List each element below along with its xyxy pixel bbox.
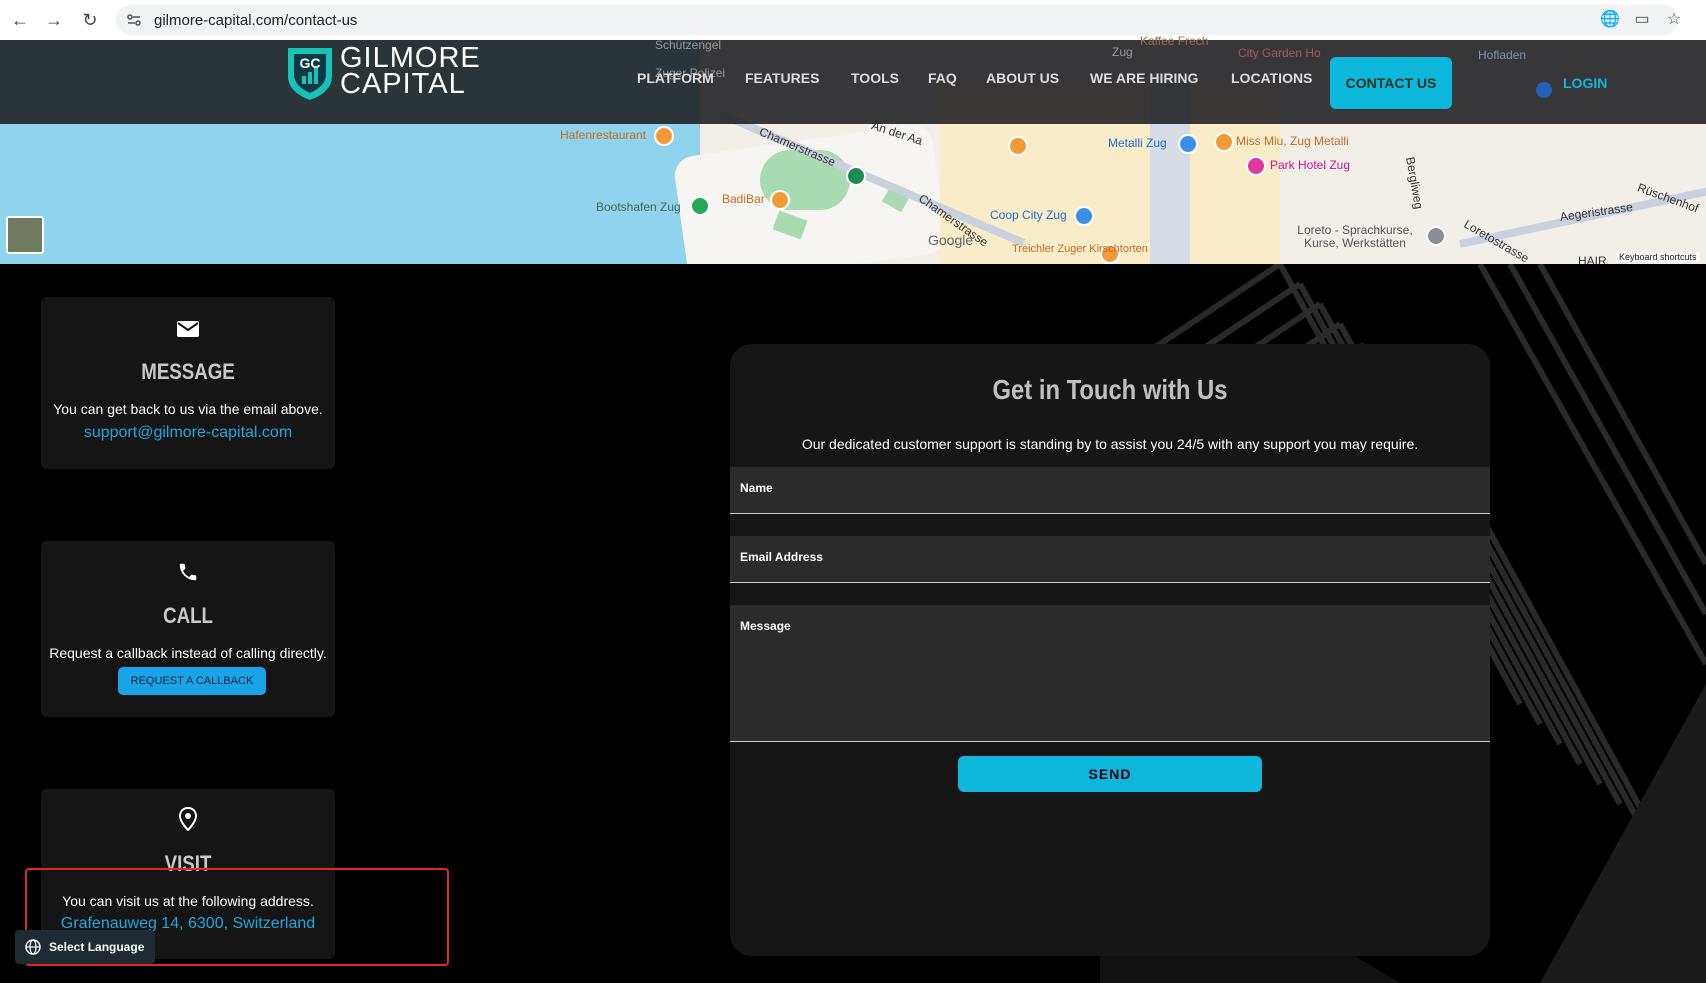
nav-features[interactable]: FEATURES <box>745 70 819 86</box>
call-title: CALL <box>163 603 213 628</box>
restaurant-pin-icon[interactable] <box>770 190 790 210</box>
nav-locations[interactable]: LOCATIONS <box>1231 70 1312 86</box>
contact-form-panel: Get in Touch with Us Our dedicated custo… <box>730 344 1490 956</box>
back-icon[interactable]: ← <box>8 8 32 32</box>
email-label: Email Address <box>740 550 823 564</box>
nav-tools[interactable]: TOOLS <box>851 70 899 86</box>
call-card: CALL Request a callback instead of calli… <box>41 541 335 717</box>
url-text[interactable]: gilmore-capital.com/contact-us <box>154 12 357 29</box>
map-road-label: Rüschenhof <box>1635 180 1701 216</box>
nav-about-us[interactable]: ABOUT US <box>986 70 1059 86</box>
form-subtitle: Our dedicated customer support is standi… <box>801 436 1419 452</box>
call-description: Request a callback instead of calling di… <box>49 645 327 661</box>
select-language-label: Select Language <box>49 940 145 954</box>
park-pin-icon[interactable] <box>846 166 866 186</box>
map-road-label: Bergliweg <box>1403 155 1427 211</box>
login-link[interactable]: LOGIN <box>1563 75 1607 91</box>
site-settings-icon[interactable] <box>126 12 142 28</box>
message-field[interactable]: Message <box>730 605 1490 742</box>
contact-us-button[interactable]: CONTACT US <box>1330 57 1452 109</box>
map-place-label[interactable]: Miss Miu, Zug Metalli <box>1236 134 1349 148</box>
map-place-label[interactable]: Metalli Zug <box>1108 136 1167 150</box>
map-place-label[interactable]: Coop City Zug <box>990 208 1067 222</box>
map-place-label[interactable]: Treichler Zuger Kirschtorten <box>1012 243 1148 255</box>
keyboard-shortcuts-link[interactable]: Keyboard shortcuts <box>1616 252 1700 262</box>
name-label: Name <box>740 481 773 495</box>
browser-toolbar: ← → ↻ gilmore-capital.com/contact-us 🌐 ▭… <box>0 0 1706 40</box>
harbour-pin-icon[interactable] <box>690 196 710 216</box>
translate-icon[interactable]: 🌐 <box>1600 10 1620 30</box>
svg-text:GC: GC <box>300 55 321 71</box>
restaurant-pin-icon[interactable] <box>654 126 674 146</box>
map-place-label[interactable]: Loreto - Sprachkurse, Kurse, Werkstätten <box>1290 224 1420 250</box>
send-button[interactable]: SEND <box>958 756 1262 792</box>
message-card: MESSAGE You can get back to us via the e… <box>41 297 335 469</box>
map-road-label: HAIR <box>1578 254 1607 264</box>
hotel-pin-icon[interactable] <box>1246 156 1266 176</box>
address-bar[interactable]: gilmore-capital.com/contact-us <box>116 5 1678 35</box>
map-place-label: Hofladen <box>1478 48 1527 62</box>
message-title: MESSAGE <box>141 359 235 384</box>
map-place-label: Kaffee Frech <box>1140 34 1209 48</box>
shop-pin-icon[interactable] <box>1074 206 1094 226</box>
shop-pin-icon[interactable] <box>1178 134 1198 154</box>
email-field[interactable]: Email Address <box>730 536 1490 583</box>
map-place-label[interactable]: BadiBar <box>722 192 765 206</box>
map-place-label: City Garden Ho <box>1238 46 1321 60</box>
nav-platform[interactable]: PLATFORM <box>637 70 714 86</box>
google-logo: Google <box>928 232 974 248</box>
map-place-label[interactable]: Park Hotel Zug <box>1270 158 1350 172</box>
map-satellite-toggle[interactable] <box>6 216 44 254</box>
request-callback-button[interactable]: REQUEST A CALLBACK <box>118 667 266 695</box>
install-icon[interactable]: ▭ <box>1632 10 1652 30</box>
globe-icon <box>25 939 41 955</box>
cafe-pin-icon[interactable] <box>1008 136 1028 156</box>
restaurant-pin-icon[interactable] <box>1214 132 1234 152</box>
bookmark-star-icon[interactable]: ☆ <box>1664 10 1684 30</box>
envelope-icon <box>177 321 199 337</box>
logo-word-capital: CAPITAL <box>340 68 466 100</box>
map-place-label: Schützengel <box>655 38 722 52</box>
message-description: You can get back to us via the email abo… <box>53 401 323 417</box>
forward-icon[interactable]: → <box>42 8 66 32</box>
phone-icon <box>179 563 197 581</box>
gilmore-capital-logo[interactable]: GC GILMORE CAPITAL <box>282 44 502 100</box>
map-place-label[interactable]: Hafenrestaurant <box>560 128 646 142</box>
form-title: Get in Touch with Us <box>992 374 1228 405</box>
logo-shield-icon: GC <box>288 48 332 100</box>
support-email-link[interactable]: support@gilmore-capital.com <box>41 424 335 442</box>
school-pin-icon[interactable] <box>1426 226 1446 246</box>
select-language-button[interactable]: Select Language <box>15 930 155 964</box>
name-field[interactable]: Name <box>730 467 1490 514</box>
map-road-label: Aegeristrasse <box>1559 199 1634 224</box>
reload-icon[interactable]: ↻ <box>78 8 102 32</box>
nav-we-are-hiring[interactable]: WE ARE HIRING <box>1090 70 1198 86</box>
location-pin-icon <box>178 807 198 831</box>
message-label: Message <box>740 619 791 633</box>
map-place-label: Zug <box>1112 45 1133 59</box>
map-place-label[interactable]: Bootshafen Zug <box>596 200 681 214</box>
map-pin-icon <box>1536 82 1552 98</box>
nav-faq[interactable]: FAQ <box>928 70 957 86</box>
